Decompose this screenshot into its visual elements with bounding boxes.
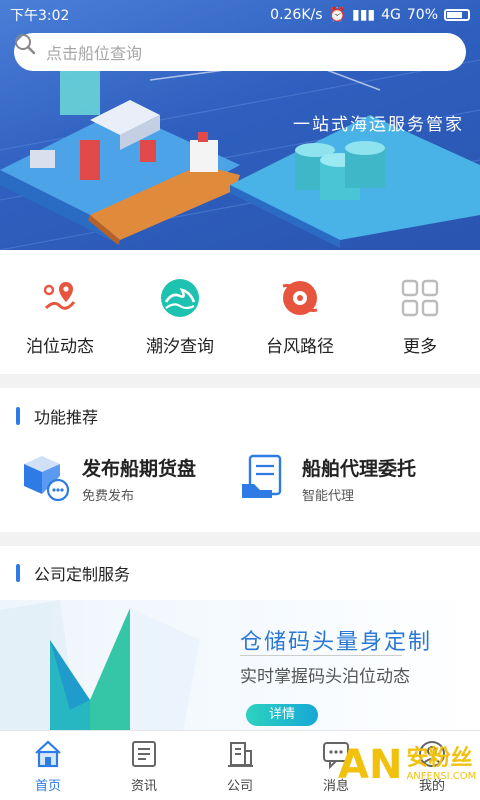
search-icon — [15, 34, 36, 55]
section-title: 功能推荐 — [0, 388, 480, 444]
hero-banner[interactable]: 下午3:02 0.26K/s ⏰ ▮▮▮ 4G 70% 点击船位查询 一站式海运… — [0, 0, 480, 250]
tab-label: 资讯 — [130, 779, 157, 794]
tab-home[interactable]: 首页 — [0, 731, 96, 800]
custom-service-section: 公司定制服务 仓储码头量身定制 实时掌握码头泊位动态 详情 — [0, 546, 480, 748]
watermark: AN 安粉丝 ANFENSI.COM — [338, 745, 476, 785]
quick-action-more[interactable]: 更多 — [360, 250, 480, 374]
battery-icon — [444, 9, 470, 21]
cargo-box-icon — [20, 452, 70, 506]
banner-title: 仓储码头量身定制 — [240, 630, 433, 655]
banner-divider — [240, 655, 402, 656]
watermark-brand: AN — [338, 742, 403, 788]
publish-schedule-card[interactable]: 发布船期货盘 免费发布 — [20, 444, 240, 514]
watermark-cn: 安粉丝 — [406, 746, 473, 771]
home-icon — [35, 740, 61, 768]
quick-actions: 泊位动态 潮汐查询 台风路径 更多 — [0, 250, 480, 374]
alarm-icon: ⏰ — [328, 7, 346, 23]
tab-label: 首页 — [34, 779, 61, 794]
network-type: 4G — [381, 7, 401, 23]
search-bar[interactable]: 点击船位查询 — [14, 33, 466, 71]
typhoon-icon — [280, 278, 320, 318]
watermark-url: ANFENSI.COM — [406, 771, 477, 782]
search-placeholder: 点击船位查询 — [46, 44, 143, 63]
quick-action-label: 潮汐查询 — [146, 337, 214, 357]
battery-percent: 70% — [406, 7, 438, 23]
signal-icon: ▮▮▮ — [351, 7, 376, 23]
banner-graphic — [0, 600, 200, 748]
feature-subtitle: 智能代理 — [302, 489, 355, 504]
feature-subtitle: 免费发布 — [82, 489, 135, 504]
section-marker — [16, 564, 20, 582]
ship-agency-card[interactable]: 船舶代理委托 智能代理 — [240, 444, 460, 514]
tab-news[interactable]: 资讯 — [96, 731, 192, 800]
quick-action-typhoon[interactable]: 台风路径 — [240, 250, 360, 374]
feature-title: 发布船期货盘 — [82, 458, 197, 480]
status-time: 下午3:02 — [10, 8, 70, 24]
status-bar: 下午3:02 0.26K/s ⏰ ▮▮▮ 4G 70% — [0, 0, 480, 30]
tab-label: 公司 — [226, 779, 253, 794]
quick-action-label: 更多 — [403, 337, 437, 357]
grid-icon — [400, 278, 440, 318]
wave-icon — [160, 278, 200, 318]
warehouse-banner[interactable]: 仓储码头量身定制 实时掌握码头泊位动态 详情 — [0, 600, 480, 748]
quick-action-label: 泊位动态 — [26, 337, 94, 357]
details-button[interactable]: 详情 — [246, 704, 318, 726]
feature-title: 船舶代理委托 — [302, 458, 417, 480]
quick-action-label: 台风路径 — [266, 337, 334, 357]
hero-slogan: 一站式海运服务管家 — [293, 115, 464, 135]
banner-subtitle: 实时掌握码头泊位动态 — [240, 667, 410, 687]
quick-action-berth[interactable]: 泊位动态 — [0, 250, 120, 374]
tab-company[interactable]: 公司 — [192, 731, 288, 800]
section-title: 公司定制服务 — [0, 546, 480, 600]
news-icon — [132, 741, 156, 767]
section-title-text: 功能推荐 — [34, 408, 99, 427]
route-pin-icon — [40, 278, 80, 318]
section-marker — [16, 407, 20, 425]
section-title-text: 公司定制服务 — [34, 565, 131, 584]
company-icon — [228, 742, 253, 767]
agency-document-icon — [240, 452, 290, 506]
network-speed: 0.26K/s — [270, 7, 323, 23]
quick-action-tide[interactable]: 潮汐查询 — [120, 250, 240, 374]
recommend-section: 功能推荐 发布船期货盘 免费发布 船舶代理委托 智能代理 — [0, 388, 480, 532]
